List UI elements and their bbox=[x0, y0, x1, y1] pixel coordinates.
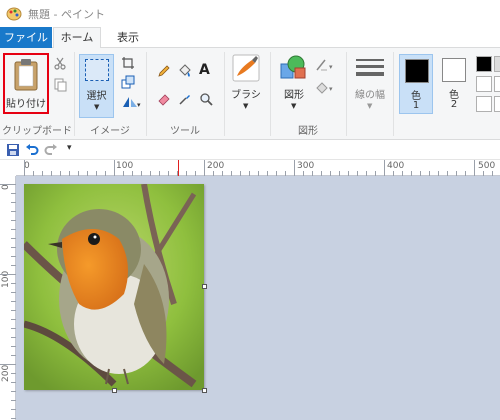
canvas-area[interactable] bbox=[16, 176, 500, 420]
paste-label: 貼り付け bbox=[6, 99, 46, 110]
select-label: 選択 bbox=[86, 91, 107, 102]
fill-bucket-icon[interactable] bbox=[178, 64, 192, 78]
redo-icon[interactable] bbox=[44, 143, 58, 157]
tab-view[interactable]: 表示 bbox=[110, 27, 146, 48]
shapes-button[interactable]: 図形 ▼ bbox=[276, 54, 312, 116]
group-divider bbox=[346, 52, 347, 136]
color1-swatch bbox=[405, 59, 429, 83]
chevron-down-icon[interactable]: ▼ bbox=[94, 103, 99, 111]
ruler-label: 400 bbox=[387, 161, 405, 171]
ruler-label: 500 bbox=[478, 161, 496, 171]
palette-color-empty[interactable] bbox=[476, 96, 492, 112]
paint-app-icon[interactable] bbox=[6, 7, 22, 21]
cut-icon[interactable] bbox=[53, 56, 67, 70]
color1-number: 1 bbox=[412, 100, 420, 111]
cursor-position-marker bbox=[178, 160, 179, 176]
palette-color-empty[interactable] bbox=[494, 96, 500, 112]
ruler-label: 200 bbox=[207, 161, 225, 171]
clipboard-group-label: クリップボード bbox=[2, 126, 72, 137]
ribbon: 貼り付け クリップボード 選択 ▼ ▾ イメージ A ツール ブラシ ▼ 図形 … bbox=[0, 48, 500, 140]
resize-handle-right[interactable] bbox=[202, 284, 207, 289]
brushes-label: ブラシ bbox=[231, 90, 261, 101]
window-title: 無題 - ペイント bbox=[28, 7, 105, 21]
outline-icon[interactable]: ▾ bbox=[315, 58, 337, 72]
ruler-tick bbox=[24, 160, 25, 176]
magnifier-icon[interactable] bbox=[199, 92, 213, 106]
paste-button[interactable]: 貼り付け bbox=[3, 53, 49, 114]
size-button[interactable]: 線の幅 ▼ bbox=[350, 54, 390, 116]
ruler-tick bbox=[0, 364, 16, 365]
color1-button[interactable]: 色 1 bbox=[399, 54, 433, 114]
ruler-tick bbox=[114, 160, 115, 176]
ruler-tick bbox=[0, 274, 16, 275]
eraser-icon[interactable] bbox=[157, 92, 171, 106]
select-rect-icon bbox=[85, 59, 109, 81]
select-button[interactable]: 選択 ▼ bbox=[79, 54, 114, 118]
shapes-icon bbox=[280, 55, 306, 79]
customize-qa-icon[interactable]: ▾ bbox=[67, 143, 81, 157]
size-lines-icon bbox=[356, 59, 384, 76]
ruler-tick bbox=[474, 160, 475, 176]
pencil-icon[interactable] bbox=[157, 64, 171, 78]
ruler-tick bbox=[0, 184, 16, 185]
ruler-label: 300 bbox=[297, 161, 315, 171]
shapes-label: 図形 bbox=[284, 90, 304, 101]
ruler-label: 0 bbox=[1, 184, 11, 190]
color-picker-icon[interactable] bbox=[178, 92, 192, 106]
brush-icon bbox=[232, 54, 260, 82]
svg-text:▾: ▾ bbox=[329, 63, 333, 71]
ruler-label: 100 bbox=[116, 161, 134, 171]
tab-file[interactable]: ファイル bbox=[0, 27, 52, 48]
ruler-label: 200 bbox=[1, 364, 11, 382]
undo-icon[interactable] bbox=[25, 143, 39, 157]
chevron-down-icon[interactable]: ▼ bbox=[291, 102, 296, 110]
rotate-icon[interactable]: ▾ bbox=[121, 95, 141, 109]
size-label: 線の幅 bbox=[355, 90, 385, 101]
fill-icon[interactable]: ▾ bbox=[315, 80, 337, 94]
resize-icon[interactable] bbox=[121, 75, 135, 89]
paste-clipboard-icon bbox=[14, 59, 38, 91]
palette-color-black[interactable] bbox=[476, 56, 492, 72]
ruler-tick bbox=[384, 160, 385, 176]
text-icon[interactable]: A bbox=[199, 62, 213, 78]
palette-color-empty[interactable] bbox=[476, 76, 492, 92]
tools-group-label: ツール bbox=[170, 126, 200, 137]
resize-handle-bottom[interactable] bbox=[112, 388, 117, 393]
shapes-group-label: 図形 bbox=[298, 126, 318, 137]
title-bar: 無題 - ペイント bbox=[0, 0, 500, 27]
palette-color-white[interactable] bbox=[494, 56, 500, 72]
pasted-image-robin[interactable] bbox=[24, 184, 204, 390]
brushes-button[interactable]: ブラシ ▼ bbox=[228, 54, 264, 116]
palette-color-empty[interactable] bbox=[494, 76, 500, 92]
horizontal-ruler: 0 100 200 300 400 500 bbox=[16, 160, 500, 176]
menu-tab-row: ファイル ホーム 表示 bbox=[0, 27, 500, 49]
vertical-ruler: 0 100 200 bbox=[0, 176, 16, 420]
group-divider bbox=[224, 52, 225, 136]
color2-button[interactable]: 色 2 bbox=[437, 54, 471, 114]
resize-handle-corner[interactable] bbox=[202, 388, 207, 393]
chevron-down-icon[interactable]: ▼ bbox=[367, 102, 372, 110]
save-icon[interactable] bbox=[6, 143, 20, 157]
svg-text:▾: ▾ bbox=[329, 85, 333, 93]
image-group-label: イメージ bbox=[90, 126, 130, 137]
color2-number: 2 bbox=[450, 99, 458, 110]
crop-icon[interactable] bbox=[121, 56, 135, 70]
ruler-tick bbox=[294, 160, 295, 176]
chevron-down-icon[interactable]: ▼ bbox=[243, 102, 248, 110]
copy-icon[interactable] bbox=[53, 78, 67, 92]
quick-access-toolbar: ▾ bbox=[0, 140, 500, 160]
ruler-corner bbox=[0, 160, 16, 176]
svg-text:▾: ▾ bbox=[137, 101, 141, 109]
group-divider bbox=[393, 52, 394, 136]
color2-swatch bbox=[442, 58, 466, 82]
ruler-tick bbox=[204, 160, 205, 176]
tab-home[interactable]: ホーム bbox=[53, 27, 101, 49]
